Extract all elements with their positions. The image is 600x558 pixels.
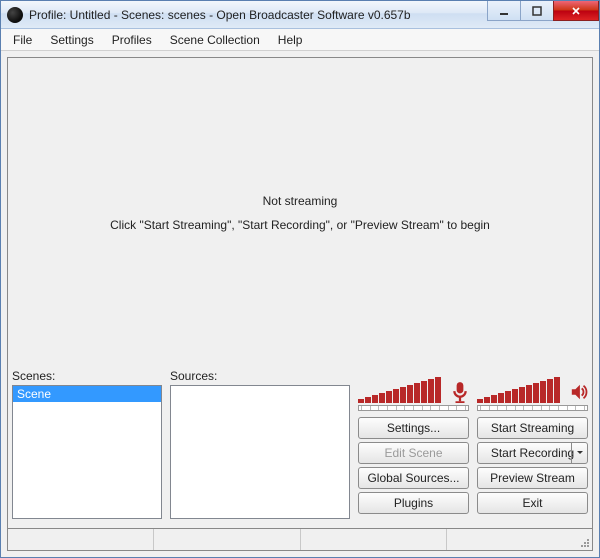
mic-volume-slider[interactable]: [358, 405, 469, 415]
edit-scene-button[interactable]: Edit Scene: [358, 442, 469, 464]
mic-meter-bars: [358, 377, 448, 403]
start-recording-label: Start Recording: [491, 446, 574, 460]
mic-meter: [358, 377, 469, 403]
desktop-volume-slider[interactable]: [477, 405, 588, 415]
desktop-meter: [477, 377, 588, 403]
client-area: Not streaming Click "Start Streaming", "…: [1, 51, 599, 557]
app-window: Profile: Untitled - Scenes: scenes - Ope…: [0, 0, 600, 558]
start-streaming-button[interactable]: Start Streaming: [477, 417, 588, 439]
status-cell: [447, 529, 592, 550]
close-button[interactable]: [553, 1, 599, 21]
global-sources-label: Global Sources...: [367, 471, 459, 485]
status-cell: [301, 529, 447, 550]
start-recording-dropdown[interactable]: [571, 443, 587, 463]
chevron-down-icon: [576, 449, 584, 457]
plugins-button[interactable]: Plugins: [358, 492, 469, 514]
control-buttons: Settings... Start Streaming Edit Scene S…: [358, 417, 588, 514]
list-item[interactable]: Scene: [13, 386, 161, 402]
start-recording-button[interactable]: Start Recording: [477, 442, 588, 464]
window-controls: [488, 1, 599, 28]
exit-label: Exit: [522, 496, 542, 510]
edit-scene-label: Edit Scene: [384, 446, 442, 460]
volume-sliders: [358, 405, 588, 415]
close-icon: [571, 6, 581, 16]
plugins-label: Plugins: [394, 496, 433, 510]
scenes-label: Scenes:: [12, 369, 162, 385]
stream-status-text: Not streaming: [263, 194, 338, 208]
preview-stream-button[interactable]: Preview Stream: [477, 467, 588, 489]
desktop-meter-bars: [477, 377, 567, 403]
menu-settings[interactable]: Settings: [42, 31, 101, 49]
controls-column: Settings... Start Streaming Edit Scene S…: [358, 369, 588, 524]
global-sources-button[interactable]: Global Sources...: [358, 467, 469, 489]
menu-profiles[interactable]: Profiles: [104, 31, 160, 49]
sources-listbox[interactable]: [170, 385, 350, 519]
status-cell: [154, 529, 300, 550]
menu-help[interactable]: Help: [270, 31, 311, 49]
maximize-button[interactable]: [520, 1, 554, 21]
preview-stream-label: Preview Stream: [490, 471, 575, 485]
minimize-button[interactable]: [487, 1, 521, 21]
lower-panel: Scenes: Sources:: [7, 367, 593, 529]
statusbar: [7, 529, 593, 551]
menu-file[interactable]: File: [5, 31, 40, 49]
titlebar[interactable]: Profile: Untitled - Scenes: scenes - Ope…: [1, 1, 599, 29]
start-streaming-label: Start Streaming: [491, 421, 574, 435]
exit-button[interactable]: Exit: [477, 492, 588, 514]
speaker-icon[interactable]: [570, 381, 588, 403]
app-icon: [7, 7, 23, 23]
preview-area: Not streaming Click "Start Streaming", "…: [7, 57, 593, 367]
window-title: Profile: Untitled - Scenes: scenes - Ope…: [29, 8, 488, 22]
menu-scene-collection[interactable]: Scene Collection: [162, 31, 268, 49]
microphone-icon[interactable]: [451, 381, 469, 403]
maximize-icon: [532, 6, 542, 16]
audio-meters: [358, 369, 588, 403]
menubar: File Settings Profiles Scene Collection …: [1, 29, 599, 51]
sources-label: Sources:: [170, 369, 350, 385]
settings-button[interactable]: Settings...: [358, 417, 469, 439]
settings-button-label: Settings...: [387, 421, 440, 435]
stream-hint-text: Click "Start Streaming", "Start Recordin…: [110, 218, 490, 232]
status-cell: [8, 529, 154, 550]
scenes-listbox[interactable]: Scene: [12, 385, 162, 519]
resize-grip[interactable]: [579, 537, 591, 549]
minimize-icon: [499, 6, 509, 16]
